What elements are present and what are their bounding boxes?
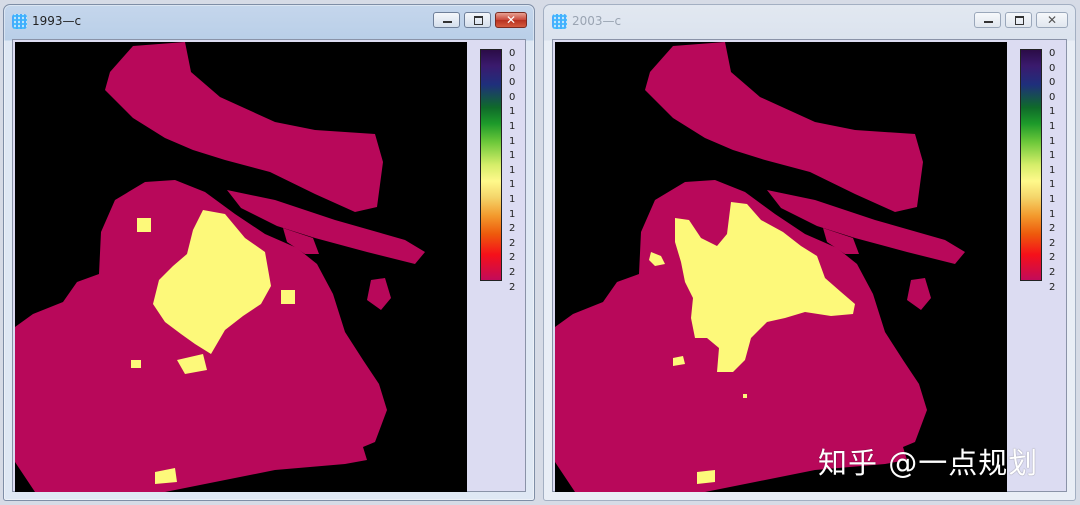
legend-tick: 0 — [1049, 62, 1056, 74]
map-client-area: 0 0 0 0 1 1 1 1 1 1 1 1 2 2 2 2 2 — [552, 39, 1067, 492]
legend-tick: 2 — [509, 281, 516, 293]
color-ramp-legend — [480, 49, 502, 281]
legend-tick: 2 — [509, 223, 516, 235]
legend-tick: 1 — [509, 179, 516, 191]
color-ramp-legend — [1020, 49, 1042, 281]
watermark: 知乎 @一点规划 — [818, 446, 1039, 480]
small-island-b — [367, 278, 391, 310]
legend-tick: 1 — [1049, 120, 1056, 132]
legend-tick: 1 — [509, 135, 516, 147]
title-bar[interactable]: 2003—c ✕ — [544, 5, 1075, 38]
close-icon: ✕ — [505, 13, 517, 27]
legend-tick: 0 — [1049, 48, 1056, 59]
window-title: 1993—c — [32, 14, 82, 28]
classified-map-2003 — [555, 42, 965, 492]
close-button[interactable]: ✕ — [1036, 12, 1068, 28]
minimize-button[interactable] — [433, 12, 460, 28]
title-bar[interactable]: 1993—c ✕ — [4, 5, 534, 38]
legend-tick: 2 — [509, 237, 516, 249]
map-canvas[interactable] — [15, 42, 467, 492]
map-canvas[interactable] — [555, 42, 1007, 492]
legend-tick-labels: 0 0 0 0 1 1 1 1 1 1 1 1 2 2 2 2 2 — [509, 47, 523, 295]
raster-app-icon — [552, 14, 567, 29]
legend-tick: 0 — [509, 77, 516, 89]
legend-tick: 2 — [1049, 252, 1056, 264]
minimize-icon — [443, 21, 452, 23]
minimize-icon — [984, 21, 993, 23]
legend-tick: 1 — [509, 193, 516, 205]
legend-tick: 2 — [1049, 281, 1056, 293]
urban-patch-2003-c — [697, 470, 715, 484]
map-window-1993[interactable]: 1993—c ✕ 0 0 0 0 1 1 1 1 1 1 1 1 2 2 2 2… — [3, 4, 535, 501]
legend-tick: 2 — [509, 266, 516, 278]
legend-tick: 2 — [1049, 237, 1056, 249]
small-island-b — [907, 278, 931, 310]
urban-patch-2003-d — [743, 394, 747, 398]
legend-tick: 2 — [509, 252, 516, 264]
legend-tick: 1 — [1049, 193, 1056, 205]
legend-tick: 2 — [1049, 266, 1056, 278]
window-title: 2003—c — [572, 14, 622, 28]
legend-tick: 1 — [1049, 106, 1056, 118]
maximize-button[interactable] — [464, 12, 491, 28]
legend-tick: 1 — [509, 120, 516, 132]
legend-tick: 1 — [509, 106, 516, 118]
legend-tick: 1 — [1049, 164, 1056, 176]
window-controls: ✕ — [974, 12, 1068, 30]
legend-tick: 1 — [1049, 179, 1056, 191]
legend-tick: 1 — [509, 208, 516, 220]
close-button[interactable]: ✕ — [495, 12, 527, 28]
legend-tick: 2 — [1049, 223, 1056, 235]
legend-tick: 1 — [509, 150, 516, 162]
legend-tick: 0 — [1049, 77, 1056, 89]
legend-tick: 0 — [509, 91, 516, 103]
legend-tick: 1 — [1049, 150, 1056, 162]
legend-tick: 0 — [1049, 91, 1056, 103]
classified-map-1993 — [15, 42, 425, 492]
minimize-button[interactable] — [974, 12, 1001, 28]
raster-app-icon — [12, 14, 27, 29]
legend-tick: 1 — [509, 164, 516, 176]
urban-patch-1993-d — [131, 360, 141, 368]
legend-tick: 1 — [1049, 208, 1056, 220]
legend-tick: 1 — [1049, 135, 1056, 147]
map-window-2003[interactable]: 2003—c ✕ 0 0 0 0 1 1 1 1 1 1 1 1 2 2 2 2… — [543, 4, 1076, 501]
urban-patch-1993-c — [281, 290, 295, 304]
map-client-area: 0 0 0 0 1 1 1 1 1 1 1 1 2 2 2 2 2 — [12, 39, 526, 492]
maximize-button[interactable] — [1005, 12, 1032, 28]
close-icon: ✕ — [1046, 13, 1058, 27]
maximize-icon — [474, 16, 483, 25]
window-controls: ✕ — [433, 12, 527, 30]
maximize-icon — [1015, 16, 1024, 25]
legend-tick: 0 — [509, 48, 516, 59]
legend-tick-labels: 0 0 0 0 1 1 1 1 1 1 1 1 2 2 2 2 2 — [1049, 47, 1063, 295]
legend-tick: 0 — [509, 62, 516, 74]
urban-patch-1993-b — [137, 218, 151, 232]
